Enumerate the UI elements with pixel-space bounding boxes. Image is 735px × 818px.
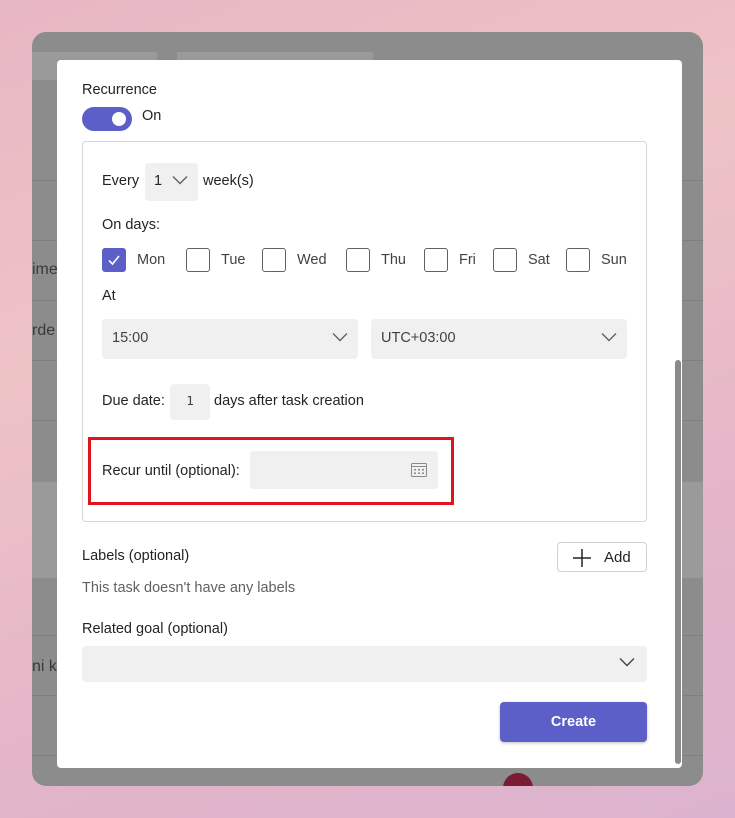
chevron-down-icon (172, 176, 188, 185)
at-label: At (102, 288, 116, 304)
create-task-dialog: Recurrence On Every 1 week(s) On days: M… (57, 60, 682, 768)
timezone-value: UTC+03:00 (381, 330, 456, 346)
recur-until-date-input[interactable] (250, 451, 438, 489)
add-label-text: Add (604, 549, 631, 566)
every-label: Every (102, 173, 140, 189)
day-label: Fri (459, 252, 476, 268)
due-days-value: 1 (186, 393, 194, 408)
background-text: rde (32, 322, 56, 339)
background-text: ni ku (32, 658, 58, 675)
day-label: Sat (528, 252, 550, 268)
day-label: Sun (601, 252, 627, 268)
every-interval-select[interactable]: 1 (145, 163, 198, 201)
day-label: Mon (137, 252, 166, 268)
checkbox[interactable] (424, 248, 448, 272)
checkmark-icon (108, 255, 120, 266)
day-label: Thu (381, 252, 406, 268)
every-interval-value: 1 (154, 173, 163, 189)
on-days-label: On days: (102, 217, 161, 233)
calendar-icon[interactable] (411, 462, 427, 477)
timezone-select[interactable]: UTC+03:00 (371, 319, 627, 359)
recurrence-title: Recurrence (82, 82, 157, 98)
goal-title: Related goal (optional) (82, 621, 228, 637)
recurrence-settings-panel: Every 1 week(s) On days: Mon Tue Wed Thu (82, 141, 647, 522)
checkbox[interactable] (262, 248, 286, 272)
chevron-down-icon (601, 333, 617, 342)
day-label: Tue (221, 252, 246, 268)
checkbox[interactable] (102, 248, 126, 272)
time-value: 15:00 (112, 330, 149, 346)
scrollbar-thumb[interactable] (675, 360, 681, 764)
chevron-down-icon (619, 658, 635, 667)
checkbox[interactable] (346, 248, 370, 272)
recurrence-toggle[interactable] (82, 107, 132, 131)
due-date-label: Due date: (102, 393, 165, 409)
recurrence-toggle-label: On (142, 108, 162, 124)
due-date-suffix: days after task creation (214, 393, 364, 409)
every-unit-label: week(s) (203, 173, 254, 189)
create-button[interactable]: Create (500, 702, 647, 742)
related-goal-select[interactable] (82, 646, 647, 682)
background-avatar (503, 773, 533, 786)
no-labels-text: This task doesn't have any labels (82, 580, 296, 596)
plus-icon (573, 549, 591, 567)
checkbox[interactable] (186, 248, 210, 272)
chevron-down-icon (332, 333, 348, 342)
checkbox[interactable] (493, 248, 517, 272)
add-label-button[interactable]: Add (557, 542, 647, 572)
background-text: ime (32, 261, 58, 278)
time-select[interactable]: 15:00 (102, 319, 358, 359)
due-days-input[interactable]: 1 (170, 384, 210, 420)
labels-title: Labels (optional) (82, 548, 190, 564)
day-label: Wed (297, 252, 327, 268)
toggle-knob (112, 112, 126, 126)
recur-until-label: Recur until (optional): (102, 463, 240, 479)
checkbox[interactable] (566, 248, 590, 272)
